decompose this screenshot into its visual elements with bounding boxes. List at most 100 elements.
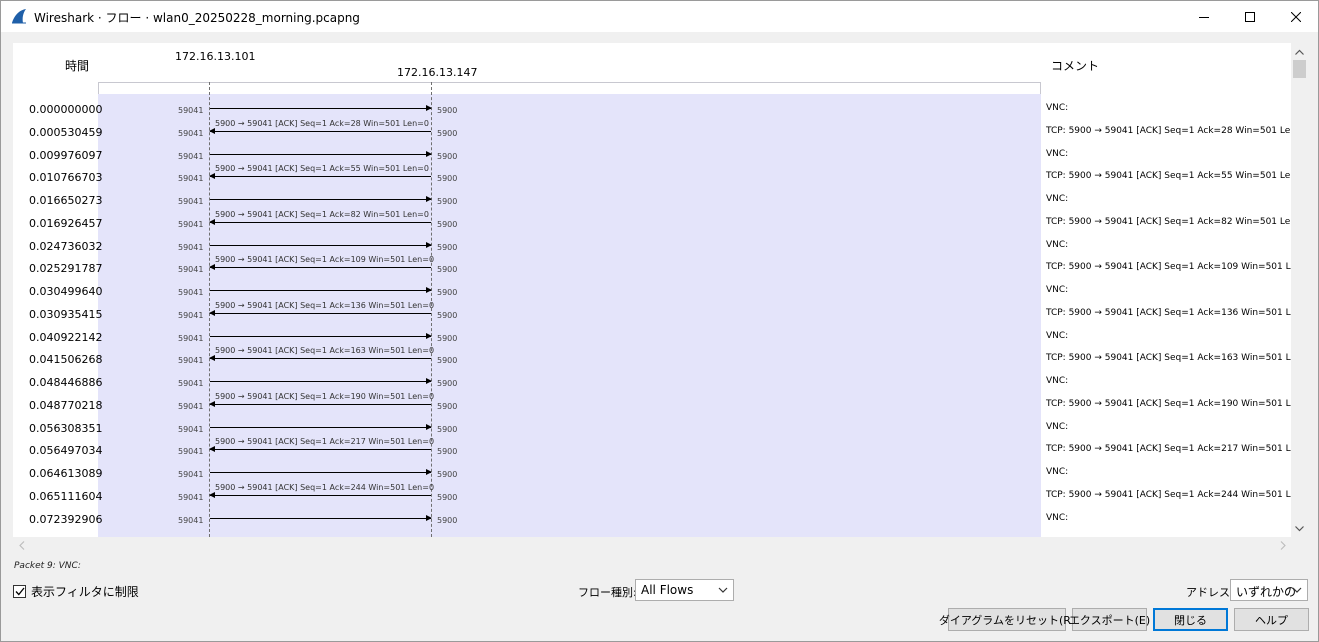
flow-arrow-left[interactable] <box>209 173 431 180</box>
close-button[interactable]: 閉じる <box>1153 608 1228 631</box>
minimize-button[interactable] <box>1181 1 1227 32</box>
flow-row[interactable]: 0.025291787 59041 5900 5900 → 59041 [ACK] S… <box>13 255 1291 286</box>
row-comment: TCP: 5900 → 59041 [ACK] Seq=1 Ack=163 Wi… <box>1046 353 1291 364</box>
scroll-left-button[interactable] <box>13 537 30 554</box>
row-arrow-label: 5900 → 59041 [ACK] Seq=1 Ack=109 Win=501… <box>215 255 435 265</box>
flow-type-value: All Flows <box>641 583 694 597</box>
status-text: Packet 9: VNC: <box>14 561 81 571</box>
close-icon <box>1291 11 1301 22</box>
flow-row[interactable]: 0.056308351 59041 5900 VNC: <box>13 422 1291 446</box>
maximize-button[interactable] <box>1227 1 1273 32</box>
close-window-button[interactable] <box>1273 1 1319 32</box>
row-comment: VNC: <box>1046 376 1069 386</box>
flow-arrow-right[interactable] <box>210 423 432 430</box>
row-time: 0.041506268 <box>29 353 103 367</box>
flow-row[interactable]: 0.065111604 59041 5900 5900 → 59041 [ACK] S… <box>13 483 1291 514</box>
flow-row[interactable]: 0.072392906 59041 5900 VNC: <box>13 513 1291 537</box>
flow-row[interactable]: 0.000000000 59041 5900 VNC: <box>13 103 1291 127</box>
chevron-up-icon <box>1295 49 1304 55</box>
chevron-down-icon <box>718 583 728 600</box>
scroll-up-button[interactable] <box>1291 43 1308 60</box>
row-comment: TCP: 5900 → 59041 [ACK] Seq=1 Ack=136 Wi… <box>1046 307 1291 318</box>
flow-arrow-right[interactable] <box>210 332 432 339</box>
row-port-a: 59041 <box>178 310 204 320</box>
row-port-b: 5900 <box>437 242 458 252</box>
row-time: 0.056497034 <box>29 444 103 458</box>
time-column-header: 時間 <box>65 59 90 73</box>
flow-row[interactable]: 0.048770218 59041 5900 5900 → 59041 [ACK] S… <box>13 392 1291 423</box>
flow-arrow-left[interactable] <box>209 446 431 453</box>
flow-arrow-left[interactable] <box>209 127 431 134</box>
title-bar[interactable]: Wireshark · フロー · wlan0_20250228_morning… <box>1 1 1318 32</box>
row-port-a: 59041 <box>178 151 204 161</box>
address-value: いずれかの <box>1236 585 1297 599</box>
flow-row[interactable]: 0.009976097 59041 5900 VNC: <box>13 148 1291 173</box>
flow-row[interactable]: 0.024736032 59041 5900 VNC: <box>13 240 1291 264</box>
window-title: Wireshark · フロー · wlan0_20250228_morning… <box>34 11 360 25</box>
row-port-b: 5900 <box>437 470 458 479</box>
flow-row[interactable]: 0.064613089 59041 5900 VNC: <box>13 467 1291 491</box>
row-arrow-label: 5900 → 59041 [ACK] Seq=1 Ack=244 Win=501… <box>215 482 435 492</box>
row-time: 0.030935415 <box>29 307 103 321</box>
row-port-b: 5900 <box>437 492 458 502</box>
flow-arrow-left[interactable] <box>209 400 431 407</box>
flow-arrow-right[interactable] <box>210 150 432 157</box>
row-arrow-label: 5900 → 59041 [ACK] Seq=1 Ack=163 Win=501… <box>215 346 435 356</box>
row-time: 0.065111604 <box>29 489 103 503</box>
flow-arrow-right[interactable] <box>210 514 432 521</box>
row-time: 0.040922142 <box>29 330 103 344</box>
flow-row[interactable]: 0.016926457 59041 5900 5900 → 59041 [ACK] S… <box>13 210 1291 241</box>
flow-type-select[interactable]: All Flows <box>635 579 734 601</box>
flow-arrow-right[interactable] <box>210 469 432 475</box>
limit-to-display-filter-checkbox[interactable]: 表示フィルタに制限 <box>13 583 139 600</box>
flow-arrow-left[interactable] <box>209 355 431 362</box>
row-time: 0.064613089 <box>29 467 103 480</box>
flow-graph-window: Wireshark · フロー · wlan0_20250228_morning… <box>0 0 1319 642</box>
scroll-thumb[interactable] <box>1293 60 1306 78</box>
horizontal-scrollbar[interactable] <box>13 537 1291 554</box>
flow-arrow-right[interactable] <box>210 378 432 384</box>
reset-diagram-button[interactable]: ダイアグラムをリセット(R) <box>939 608 1075 631</box>
address-select[interactable]: いずれかの <box>1230 579 1308 601</box>
scroll-down-button[interactable] <box>1291 520 1308 537</box>
help-button[interactable]: ヘルプ <box>1234 608 1309 631</box>
row-comment: VNC: <box>1046 103 1069 113</box>
minimize-icon <box>1199 16 1209 18</box>
row-arrow-label: 5900 → 59041 [ACK] Seq=1 Ack=55 Win=501 … <box>215 164 429 174</box>
flow-arrow-left[interactable] <box>209 491 431 498</box>
row-time: 0.010766703 <box>29 171 103 185</box>
flow-arrow-right[interactable] <box>210 287 432 293</box>
checkbox-box[interactable] <box>13 585 26 598</box>
row-comment: TCP: 5900 → 59041 [ACK] Seq=1 Ack=109 Wi… <box>1046 262 1291 273</box>
flow-row[interactable]: 0.041506268 59041 5900 5900 → 59041 [ACK] S… <box>13 346 1291 377</box>
row-port-b: 5900 <box>437 401 458 411</box>
row-time: 0.048446886 <box>29 376 103 389</box>
flow-row[interactable]: 0.000530459 59041 5900 5900 → 59041 [ACK] S… <box>13 119 1291 150</box>
row-comment: TCP: 5900 → 59041 [ACK] Seq=1 Ack=82 Win… <box>1046 216 1291 227</box>
scroll-right-button[interactable] <box>1274 537 1291 554</box>
row-time: 0.009976097 <box>29 148 103 162</box>
vertical-scrollbar[interactable] <box>1291 43 1308 537</box>
row-port-b: 5900 <box>437 219 458 229</box>
row-port-a: 59041 <box>178 401 204 411</box>
flow-row[interactable]: 0.040922142 59041 5900 VNC: <box>13 330 1291 355</box>
flow-diagram-canvas[interactable]: 時間 コメント 172.16.13.101 172.16.13.147 0.00… <box>13 43 1291 537</box>
host-a-label: 172.16.13.101 <box>175 50 256 63</box>
flow-row[interactable]: 0.016650273 59041 5900 VNC: <box>13 194 1291 218</box>
flow-arrow-left[interactable] <box>209 309 431 316</box>
flow-row[interactable]: 0.030499640 59041 5900 VNC: <box>13 285 1291 309</box>
row-port-b: 5900 <box>437 197 458 206</box>
flow-arrow-left[interactable] <box>209 264 431 271</box>
flow-arrow-right[interactable] <box>210 196 432 202</box>
row-time: 0.016926457 <box>29 216 103 230</box>
flow-row[interactable]: 0.030935415 59041 5900 5900 → 59041 [ACK] S… <box>13 301 1291 332</box>
row-port-a: 59041 <box>178 356 204 366</box>
flow-arrow-right[interactable] <box>210 105 432 111</box>
flow-row[interactable]: 0.010766703 59041 5900 5900 → 59041 [ACK] S… <box>13 164 1291 195</box>
flow-row[interactable]: 0.056497034 59041 5900 5900 → 59041 [ACK] S… <box>13 437 1291 468</box>
flow-arrow-left[interactable] <box>209 218 431 225</box>
row-comment: VNC: <box>1046 285 1069 295</box>
export-button[interactable]: エクスポート(E) <box>1069 608 1150 631</box>
flow-row[interactable]: 0.048446886 59041 5900 VNC: <box>13 376 1291 400</box>
flow-arrow-right[interactable] <box>210 241 432 248</box>
